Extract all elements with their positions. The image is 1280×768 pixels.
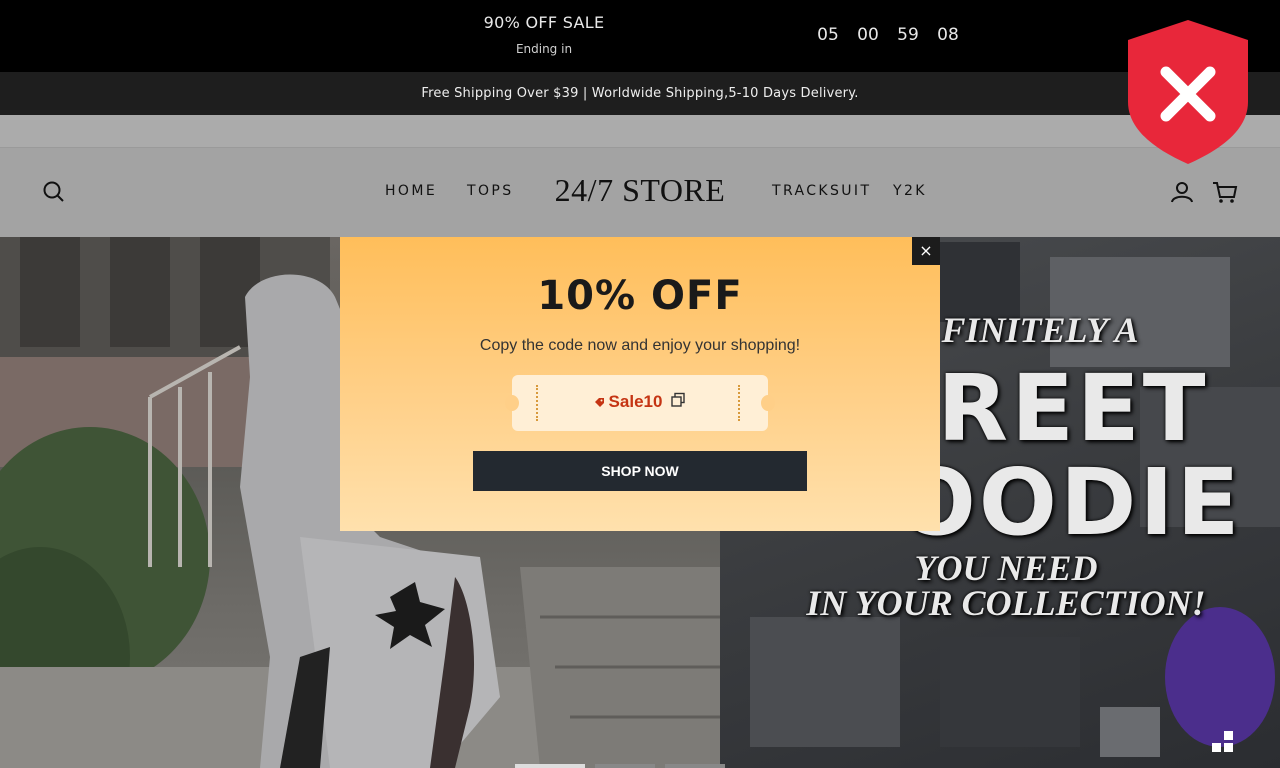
sale-countdown-bar: 90% OFF SALE Ending in 05 00 59 08 — [0, 0, 1280, 72]
coupon-code-row: Sale10 — [512, 392, 768, 413]
cart-icon[interactable] — [1211, 178, 1239, 206]
coupon-code-box[interactable]: Sale10 — [505, 375, 775, 431]
countdown-minutes: 59 — [897, 25, 919, 45]
grid-icon[interactable] — [1210, 729, 1236, 755]
search-icon[interactable] — [40, 178, 68, 206]
nav-home[interactable]: HOME — [385, 183, 437, 199]
popup-subtitle: Copy the code now and enjoy your shoppin… — [479, 337, 801, 354]
hero-text-line-5: IN YOUR COLLECTION! — [806, 583, 1206, 623]
sale-title: 90% OFF SALE — [483, 13, 605, 32]
tag-icon — [594, 393, 605, 413]
site-header: HOME TOPS 24/7 STORE TRACKSUIT Y2K — [0, 147, 1280, 237]
carousel-dot[interactable] — [665, 764, 725, 768]
discount-popup: 10% OFF Copy the code now and enjoy your… — [340, 237, 940, 531]
countdown-hours: 00 — [857, 25, 879, 45]
shield-x-icon — [1126, 18, 1250, 166]
nav-y2k[interactable]: Y2K — [893, 183, 927, 199]
countdown-timer: 05 00 59 08 — [808, 25, 968, 45]
popup-title: 10% OFF — [537, 273, 743, 319]
site-logo[interactable]: 24/7 STORE — [540, 172, 740, 209]
countdown-days: 05 — [817, 25, 839, 45]
account-icon[interactable] — [1168, 178, 1196, 206]
shipping-announcement: Free Shipping Over $39 | Worldwide Shipp… — [0, 72, 1280, 115]
countdown-seconds: 08 — [937, 25, 959, 45]
sale-subtitle: Ending in — [515, 42, 573, 56]
nav-tracksuit[interactable]: TRACKSUIT — [772, 183, 871, 199]
carousel-dot[interactable] — [515, 764, 585, 768]
nav-tops[interactable]: TOPS — [467, 183, 514, 199]
popup-close-button[interactable]: × — [912, 237, 940, 265]
carousel-indicators — [515, 764, 725, 768]
shop-now-button[interactable]: SHOP NOW — [473, 451, 807, 491]
header-spacer — [0, 115, 1280, 147]
carousel-dot[interactable] — [595, 764, 655, 768]
copy-icon[interactable] — [670, 392, 686, 413]
coupon-code: Sale10 — [608, 392, 663, 411]
